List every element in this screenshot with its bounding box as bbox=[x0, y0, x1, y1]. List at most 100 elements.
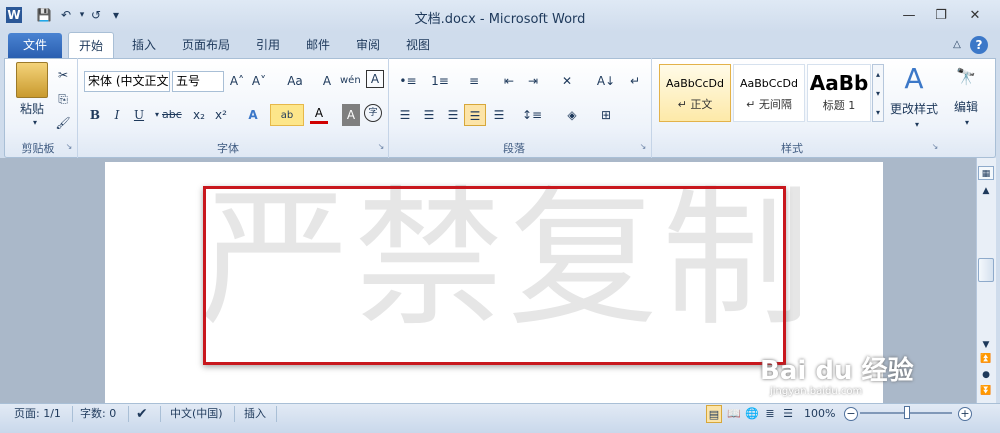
clipboard-launcher-icon[interactable]: ↘ bbox=[64, 142, 74, 152]
full-screen-reading-icon[interactable]: 📖 bbox=[726, 405, 742, 423]
superscript-button[interactable]: x² bbox=[212, 104, 230, 126]
clipboard-label: 剪贴板 bbox=[21, 142, 55, 155]
tab-review[interactable]: 审阅 bbox=[348, 32, 388, 58]
word-count[interactable]: 字数: 0 bbox=[80, 405, 116, 423]
zoom-out-button[interactable]: − bbox=[844, 407, 858, 421]
style-name: 标题 1 bbox=[822, 99, 856, 112]
tab-references[interactable]: 引用 bbox=[248, 32, 288, 58]
distributed-icon[interactable]: ☰ bbox=[490, 104, 508, 126]
tab-view[interactable]: 视图 bbox=[398, 32, 438, 58]
line-spacing-icon[interactable]: ↕≡ bbox=[520, 104, 544, 126]
borders-icon[interactable]: ⊞ bbox=[594, 104, 618, 126]
style-sample: AaBbCcDd bbox=[740, 77, 798, 90]
help-icon[interactable]: ? bbox=[970, 36, 988, 54]
show-marks-icon[interactable]: ↵ bbox=[626, 70, 644, 92]
font-launcher-icon[interactable]: ↘ bbox=[376, 142, 386, 152]
baidu-jingyan-url: jingyan.baidu.com bbox=[770, 386, 863, 397]
zoom-in-button[interactable]: + bbox=[958, 407, 972, 421]
shrink-font-icon[interactable]: A˅ bbox=[250, 70, 268, 92]
restore-button[interactable]: ❐ bbox=[928, 6, 954, 26]
bullets-icon[interactable]: •≡ bbox=[396, 70, 420, 92]
editing-dropdown-icon[interactable]: ▾ bbox=[958, 112, 976, 134]
change-styles-dropdown-icon[interactable]: ▾ bbox=[908, 114, 926, 136]
ruler-toggle-icon[interactable]: ▦ bbox=[978, 166, 994, 180]
grow-font-icon[interactable]: A˄ bbox=[228, 70, 246, 92]
web-layout-icon[interactable]: 🌐 bbox=[744, 405, 760, 423]
status-divider bbox=[160, 406, 161, 422]
strikethrough-button[interactable]: abc bbox=[162, 104, 182, 126]
numbering-icon[interactable]: 1≡ bbox=[428, 70, 452, 92]
align-center-icon[interactable]: ☰ bbox=[420, 104, 438, 126]
change-case-icon[interactable]: Aa bbox=[280, 70, 310, 92]
find-icon[interactable]: 🔭 bbox=[952, 66, 980, 88]
status-divider bbox=[128, 406, 129, 422]
next-page-icon[interactable]: ⏬ bbox=[978, 384, 994, 398]
zoom-level[interactable]: 100% bbox=[804, 405, 835, 423]
paragraph-launcher-icon[interactable]: ↘ bbox=[638, 142, 648, 152]
insert-mode[interactable]: 插入 bbox=[244, 405, 266, 423]
tab-home[interactable]: 开始 bbox=[68, 32, 114, 59]
font-label: 字体 bbox=[217, 142, 239, 155]
font-size-input[interactable]: 五号 bbox=[172, 71, 224, 92]
browse-object-icon[interactable]: ● bbox=[978, 368, 994, 382]
style-no-spacing[interactable]: AaBbCcDd ↵ 无间隔 bbox=[733, 64, 805, 122]
status-divider bbox=[72, 406, 73, 422]
scroll-thumb[interactable] bbox=[978, 258, 994, 282]
decrease-indent-icon[interactable]: ⇤ bbox=[500, 70, 518, 92]
font-name-input[interactable]: 宋体 (中文正文 bbox=[84, 71, 170, 92]
collapse-ribbon-icon[interactable]: △ bbox=[950, 32, 964, 58]
phonetic-guide-icon[interactable]: wén bbox=[340, 70, 361, 92]
scroll-down-icon[interactable]: ▼ bbox=[978, 338, 994, 352]
font-color-icon[interactable]: A bbox=[310, 104, 328, 124]
styles-launcher-icon[interactable]: ↘ bbox=[930, 142, 940, 152]
tab-page-layout[interactable]: 页面布局 bbox=[176, 32, 236, 58]
highlight-color-icon[interactable]: ab bbox=[270, 104, 304, 126]
subscript-button[interactable]: x₂ bbox=[190, 104, 208, 126]
print-layout-icon[interactable]: ▤ bbox=[706, 405, 722, 423]
styles-label: 样式 bbox=[781, 142, 803, 155]
paste-dropdown-icon[interactable]: ▾ bbox=[26, 112, 44, 134]
chinese-layout-icon[interactable]: ✕ bbox=[556, 70, 578, 92]
character-shading-icon[interactable]: A bbox=[342, 104, 360, 126]
align-left-icon[interactable]: ☰ bbox=[396, 104, 414, 126]
multilevel-list-icon[interactable]: ≡ bbox=[462, 70, 486, 92]
tab-mailings[interactable]: 邮件 bbox=[298, 32, 338, 58]
character-border-icon[interactable]: A bbox=[366, 70, 384, 88]
zoom-slider-handle[interactable] bbox=[904, 406, 910, 419]
page-count[interactable]: 页面: 1/1 bbox=[14, 405, 61, 423]
style-name: ↵ 无间隔 bbox=[746, 98, 792, 111]
style-heading-1[interactable]: AaBb 标题 1 bbox=[807, 64, 871, 122]
status-divider bbox=[234, 406, 235, 422]
proofing-icon[interactable]: ✔ bbox=[136, 405, 148, 423]
draft-view-icon[interactable]: ☰ bbox=[780, 405, 796, 423]
window-title: 文档.docx - Microsoft Word bbox=[414, 12, 586, 27]
justify-icon[interactable]: ☰ bbox=[464, 104, 486, 126]
styles-scroll[interactable]: ▴ ▾ ▾ bbox=[872, 64, 884, 122]
outline-view-icon[interactable]: ≣ bbox=[762, 405, 778, 423]
format-painter-icon[interactable]: 🖌 bbox=[54, 112, 72, 134]
enclose-character-icon[interactable]: 字 bbox=[364, 104, 382, 122]
status-divider bbox=[276, 406, 277, 422]
style-normal[interactable]: AaBbCcDd ↵ 正文 bbox=[659, 64, 731, 122]
prev-page-icon[interactable]: ⏫ bbox=[978, 352, 994, 366]
bold-button[interactable]: B bbox=[86, 104, 104, 126]
change-styles-icon[interactable]: A bbox=[892, 62, 936, 96]
underline-button[interactable]: U bbox=[130, 104, 148, 126]
copy-icon[interactable]: ⎘ bbox=[54, 88, 72, 110]
clear-format-icon[interactable]: A bbox=[318, 70, 336, 92]
increase-indent-icon[interactable]: ⇥ bbox=[524, 70, 542, 92]
align-right-icon[interactable]: ☰ bbox=[444, 104, 462, 126]
minimize-button[interactable]: — bbox=[896, 6, 922, 26]
language-indicator[interactable]: 中文(中国) bbox=[170, 405, 223, 423]
style-name: ↵ 正文 bbox=[677, 98, 713, 111]
shading-icon[interactable]: ◈ bbox=[560, 104, 584, 126]
cut-icon[interactable]: ✂ bbox=[54, 64, 72, 86]
paste-icon[interactable] bbox=[16, 62, 48, 98]
scroll-up-icon[interactable]: ▲ bbox=[978, 184, 994, 198]
tab-insert[interactable]: 插入 bbox=[124, 32, 164, 58]
italic-button[interactable]: I bbox=[108, 104, 126, 126]
sort-icon[interactable]: A↓ bbox=[596, 70, 616, 92]
close-button[interactable]: ✕ bbox=[962, 6, 988, 26]
text-effects-icon[interactable]: A bbox=[244, 104, 262, 126]
tab-file[interactable]: 文件 bbox=[8, 33, 62, 58]
